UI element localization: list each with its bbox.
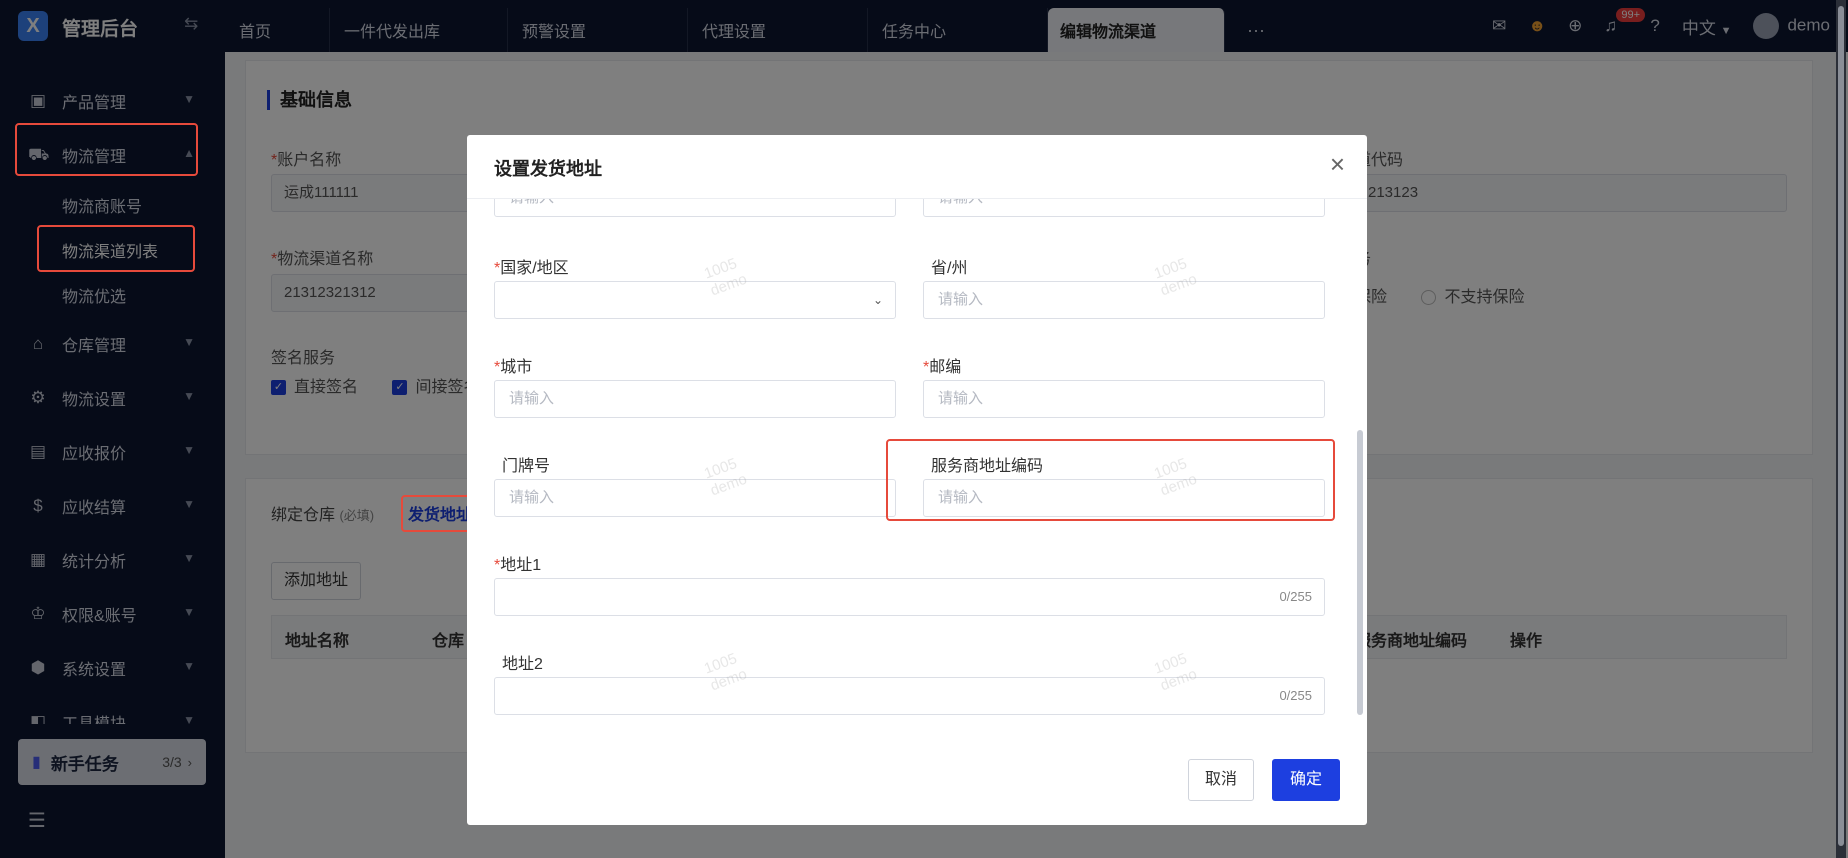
highlight-box	[37, 225, 195, 272]
scrollbar-thumb[interactable]	[1357, 430, 1363, 715]
cancel-button[interactable]: 取消	[1188, 759, 1254, 801]
address1-input[interactable]: 0/255	[494, 578, 1325, 616]
house-number-input[interactable]: 请输入	[494, 479, 896, 517]
zip-label: *邮编	[923, 359, 962, 376]
dialog-footer: 取消 确定	[467, 759, 1367, 819]
close-icon[interactable]: ×	[1330, 151, 1345, 177]
prev-field-1-input[interactable]: 请输入	[494, 199, 896, 217]
confirm-button[interactable]: 确定	[1272, 759, 1340, 801]
dialog-header: 设置发货地址 ×	[467, 135, 1367, 199]
country-label: *国家/地区	[494, 260, 569, 277]
dialog-title: 设置发货地址	[494, 159, 602, 179]
address1-label: *地址1	[494, 557, 542, 574]
house-number-label: 门牌号	[502, 458, 551, 475]
chevron-down-icon: ⌄	[872, 293, 883, 307]
address2-label: 地址2	[502, 656, 543, 673]
page-scrollbar[interactable]	[1836, 0, 1846, 858]
char-counter: 0/255	[1279, 688, 1312, 703]
zip-input[interactable]: 请输入	[923, 380, 1325, 418]
address2-input[interactable]: 0/255	[494, 677, 1325, 715]
scrollbar-thumb[interactable]	[1838, 6, 1844, 846]
country-select[interactable]: ⌄	[494, 281, 896, 319]
highlight-box	[886, 439, 1335, 521]
set-ship-address-dialog: 设置发货地址 × 请输入 请输入 *国家/地区 ⌄ 省/州 请输入 *城市 请输…	[467, 135, 1367, 825]
city-label: *城市	[494, 359, 533, 376]
state-label: 省/州	[931, 260, 968, 277]
prev-field-2-input[interactable]: 请输入	[923, 199, 1325, 217]
char-counter: 0/255	[1279, 589, 1312, 604]
highlight-box	[15, 123, 198, 176]
state-input[interactable]: 请输入	[923, 281, 1325, 319]
city-input[interactable]: 请输入	[494, 380, 896, 418]
dialog-scrollbar[interactable]	[1357, 210, 1363, 724]
